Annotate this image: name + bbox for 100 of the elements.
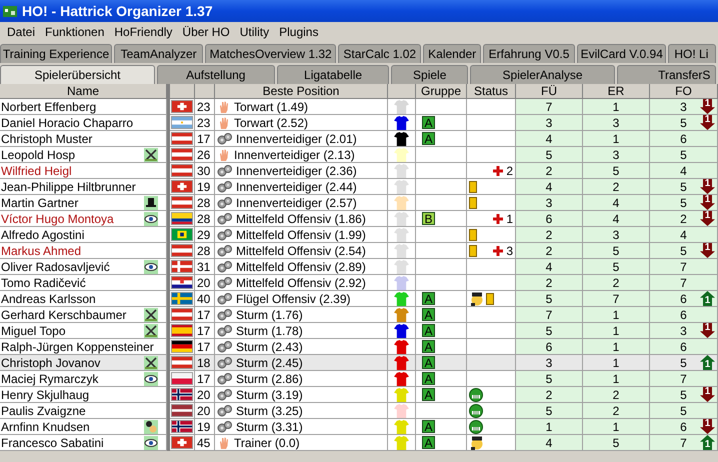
column-header[interactable]: Status: [467, 84, 516, 99]
column-header[interactable]: [195, 84, 215, 99]
skill-value: 7: [680, 436, 687, 450]
table-row[interactable]: Andreas Karlsson 40 Flügel Offensiv (2.39) A 5 7 6 1: [0, 291, 718, 307]
flag-icon: [171, 340, 193, 353]
tab[interactable]: MatchesOverview 1.32: [205, 44, 336, 63]
grinning-face-icon: [469, 404, 483, 418]
tab[interactable]: TeamAnalyzer: [114, 44, 204, 63]
flag-icon: [171, 308, 193, 321]
crossed-tools-icon: [144, 324, 158, 338]
age: 28: [197, 244, 210, 258]
group-badge: A: [422, 132, 435, 145]
flag-icon: [171, 132, 193, 145]
table-row[interactable]: Martin Gartner 28 Innenverteidiger (2.57) 3 4 5 1: [0, 195, 718, 211]
skill-value: 4: [680, 164, 687, 178]
tab[interactable]: Ligatabelle: [276, 65, 390, 84]
tab[interactable]: Spiele: [391, 65, 468, 84]
grinning-face-icon: [469, 420, 483, 434]
skill-value: 6: [546, 212, 552, 226]
hand-icon: [217, 100, 231, 114]
skill-value: 2: [546, 228, 552, 242]
column-header[interactable]: Beste Position: [215, 84, 388, 99]
skill-value: 5: [546, 324, 552, 338]
tab[interactable]: Aufstellung: [156, 65, 275, 84]
gears-icon: [217, 276, 233, 290]
table-row[interactable]: Norbert Effenberg 23 Torwart (1.49) 7 1 3 1: [0, 99, 718, 115]
position: Trainer (0.0): [234, 436, 300, 450]
table-row[interactable]: Oliver Radosavljević 31 Mittelfeld Offensiv (2.89) 4 5 7: [0, 259, 718, 275]
skill-value: 5: [546, 372, 552, 386]
eye-icon: [144, 436, 158, 450]
tab[interactable]: HO! Li: [668, 44, 716, 63]
table-row[interactable]: Leopold Hosp 26 Innenverteidiger (2.13) 5 3 5: [0, 147, 718, 163]
skill-value: 7: [680, 372, 687, 386]
column-header[interactable]: ER: [583, 84, 650, 99]
table-row[interactable]: Henry Skjulhaug 20 Sturm (3.19) A 2 2 5 1: [0, 387, 718, 403]
table-row[interactable]: Tomo Radičević 20 Mittelfeld Offensiv (2.92) 2 2 7: [0, 275, 718, 291]
skill-value: 5: [680, 196, 687, 210]
table-row[interactable]: Wilfried Heigl 30 Innenverteidiger (2.36) 2 2 5 4: [0, 163, 718, 179]
skill-value: 7: [546, 100, 552, 114]
column-header[interactable]: FO: [650, 84, 718, 99]
table-row[interactable]: Paulis Zvaigzne 20 Sturm (3.25) 5 2 5: [0, 403, 718, 419]
flag-icon: [171, 180, 193, 193]
age: 17: [197, 308, 210, 322]
skill-value: 1: [546, 420, 552, 434]
skill-value: 3: [612, 228, 620, 242]
flag-icon: [171, 148, 193, 161]
table-row[interactable]: Víctor Hugo Montoya 28 Mittelfeld Offensiv (1.86) B 1 6 4 2 1: [0, 211, 718, 227]
skill-value: 6: [546, 340, 552, 354]
age: 17: [197, 340, 210, 354]
gears-icon: [217, 420, 233, 434]
age: 30: [197, 164, 210, 178]
column-header[interactable]: FÜ: [516, 84, 583, 99]
menu-item[interactable]: Über HO: [177, 25, 235, 39]
menu-item[interactable]: Datei: [2, 25, 40, 39]
gears-icon: [217, 180, 233, 194]
table-row[interactable]: Christoph Muster 17 Innenverteidiger (2.01) A 4 1 6: [0, 131, 718, 147]
player-name: Tomo Radičević: [1, 276, 86, 290]
skill-value: 1: [612, 356, 620, 370]
table-row[interactable]: Daniel Horacio Chaparro 23 Torwart (2.52) A 3 3 5 1: [0, 115, 718, 131]
menu-item[interactable]: HoFriendly: [109, 25, 178, 39]
table-row[interactable]: Gerhard Kerschbaumer 17 Sturm (1.76) A 7 1 6: [0, 307, 718, 323]
column-header[interactable]: [170, 84, 195, 99]
menu-item[interactable]: Utility: [234, 25, 274, 39]
column-header[interactable]: Gruppe: [416, 84, 467, 99]
table-row[interactable]: Maciej Rymarczyk 17 Sturm (2.86) A 5 1 7: [0, 371, 718, 387]
tab[interactable]: Kalender: [423, 44, 481, 63]
age: 45: [197, 436, 210, 450]
skill-value: 1: [612, 340, 620, 354]
menu-item[interactable]: Plugins: [274, 25, 324, 39]
tab[interactable]: StarCalc 1.02: [338, 44, 422, 63]
table-row[interactable]: Ralph-Jürgen Koppensteiner 17 Sturm (2.43) A 6 1 6: [0, 339, 718, 355]
position: Innenverteidiger (2.13): [234, 148, 355, 162]
table-row[interactable]: Markus Ahmed 28 Mittelfeld Offensiv (2.54) 3 2 5 5 1: [0, 243, 718, 259]
tab[interactable]: SpielerAnalyse: [470, 65, 616, 84]
column-header[interactable]: Name: [0, 84, 167, 99]
table-row[interactable]: Jean-Philippe Hiltbrunner 19 Innenverteidiger (2.44) 4 2 5 1: [0, 179, 718, 195]
tab[interactable]: Training Experience: [0, 44, 112, 63]
tab[interactable]: Spielerübersicht: [0, 65, 155, 84]
skill-value: 4: [546, 436, 552, 450]
player-name: Norbert Effenberg: [1, 100, 96, 114]
player-name: Henry Skjulhaug: [1, 388, 90, 402]
table-row[interactable]: Arnfinn Knudsen 19 Sturm (3.31) A 1 1 6 1: [0, 419, 718, 435]
table-row[interactable]: Alfredo Agostini 29 Mittelfeld Offensiv (1.99) 2 3 4: [0, 227, 718, 243]
age: 18: [197, 356, 210, 370]
position: Sturm (1.78): [236, 324, 303, 338]
gears-icon: [217, 228, 233, 242]
skill-value: 5: [612, 244, 620, 258]
table-row[interactable]: Miguel Topo 17 Sturm (1.78) A 5 1 3 1: [0, 323, 718, 339]
tab[interactable]: Erfahrung V0.5: [482, 44, 576, 63]
tab[interactable]: TransferS: [617, 65, 716, 84]
column-header[interactable]: [388, 84, 416, 99]
position: Mittelfeld Offensiv (2.89): [236, 260, 366, 274]
table-row[interactable]: Christoph Jovanov 18 Sturm (2.45) A 3 1 5 1: [0, 355, 718, 371]
position: Mittelfeld Offensiv (2.92): [236, 276, 366, 290]
gears-icon: [217, 212, 233, 226]
age: 40: [197, 292, 210, 306]
menu-item[interactable]: Funktionen: [40, 25, 110, 39]
tab[interactable]: EvilCard V.0.94: [577, 44, 666, 63]
table-row[interactable]: Francesco Sabatini 45 Trainer (0.0) A 4 5 7 1: [0, 435, 718, 451]
position: Sturm (2.43): [236, 340, 303, 354]
